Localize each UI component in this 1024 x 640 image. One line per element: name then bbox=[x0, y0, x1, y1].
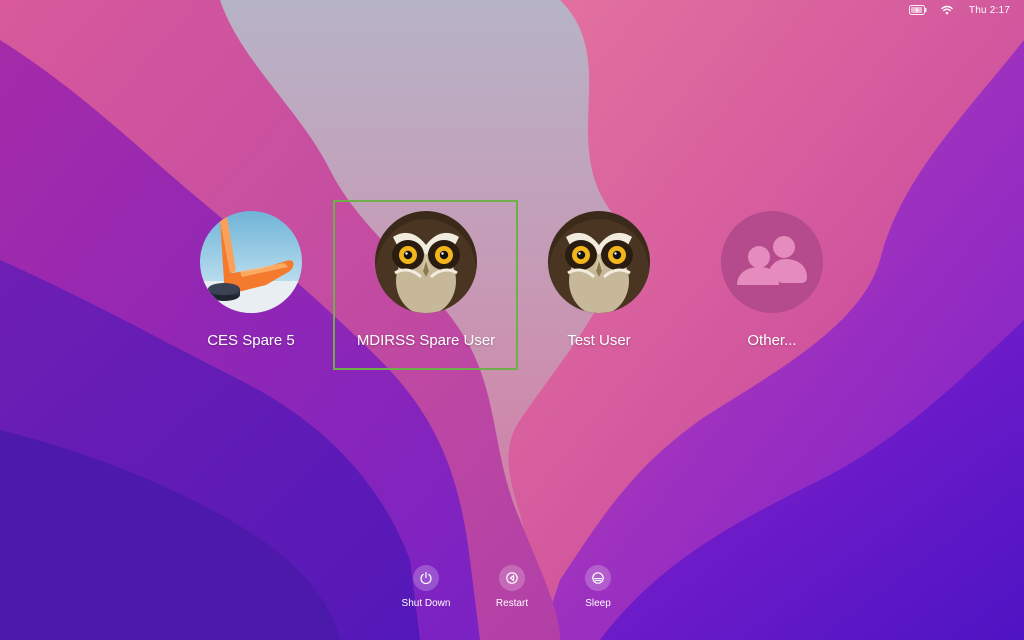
user-name: Test User bbox=[567, 332, 631, 349]
shutdown-button[interactable]: Shut Down bbox=[386, 565, 466, 609]
sleep-icon bbox=[585, 565, 611, 591]
restart-icon bbox=[499, 565, 525, 591]
power-icon bbox=[413, 565, 439, 591]
user-name: MDIRSS Spare User bbox=[356, 332, 496, 349]
restart-button[interactable]: Restart bbox=[472, 565, 552, 609]
sleep-label: Sleep bbox=[585, 598, 611, 609]
user-name: CES Spare 5 bbox=[207, 332, 295, 349]
user-ces-spare-5[interactable]: CES Spare 5 bbox=[161, 211, 341, 349]
people-icon bbox=[721, 211, 823, 313]
user-other[interactable]: Other... bbox=[682, 211, 862, 349]
user-mdirss-spare-user[interactable]: MDIRSS Spare User bbox=[336, 211, 516, 349]
hockey-stick-avatar bbox=[200, 211, 302, 313]
restart-label: Restart bbox=[495, 598, 529, 609]
sleep-button[interactable]: Sleep bbox=[558, 565, 638, 609]
owl-avatar bbox=[548, 211, 650, 313]
user-list: CES Spare 5 MDIRSS Spare User Test User … bbox=[0, 0, 1024, 640]
user-name: Other... bbox=[747, 332, 797, 349]
user-test-user[interactable]: Test User bbox=[509, 211, 689, 349]
shutdown-label: Shut Down bbox=[401, 598, 451, 609]
owl-avatar bbox=[375, 211, 477, 313]
login-screen: Thu 2:17 CES Spare 5 MDIRSS Spare User T… bbox=[0, 0, 1024, 640]
